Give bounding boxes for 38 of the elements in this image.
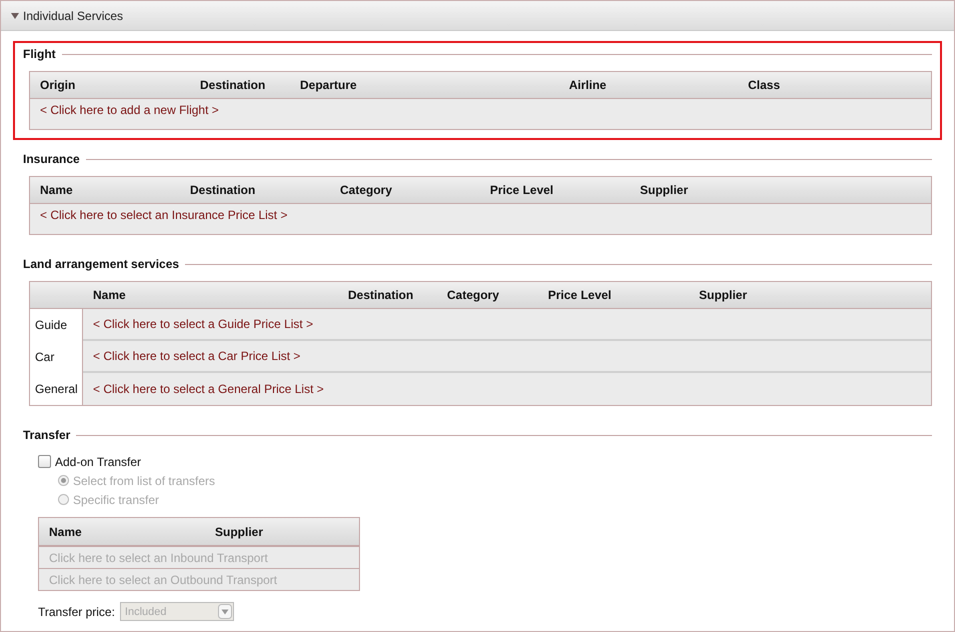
column-header: Category	[340, 183, 394, 197]
select-link[interactable]: < Click here to select a Guide Price List >	[93, 317, 314, 331]
checkbox-label: Add-on Transfer	[55, 454, 142, 468]
column-header: Destination	[190, 183, 256, 197]
panel-header[interactable]: Individual Services	[1, 1, 954, 31]
radio-label: Select from list of transfers	[73, 474, 216, 488]
column-header: Airline	[569, 78, 608, 92]
add-link[interactable]: < Click here to add a new Flight >	[40, 103, 219, 117]
field-label: Transfer price:	[38, 604, 115, 618]
column-header: Price Level	[548, 288, 612, 302]
collapse-icon[interactable]	[11, 12, 19, 18]
column-header: Price Level	[490, 183, 554, 197]
caret-icon	[218, 604, 232, 619]
add-link[interactable]: < Click here to select an Insurance Price List >	[40, 208, 288, 222]
column-header: Supplier	[215, 524, 264, 538]
column-header: Name	[93, 288, 127, 302]
panel-title: Individual Services	[23, 8, 124, 22]
column-header: Supplier	[640, 183, 690, 197]
column-header: Category	[447, 288, 500, 302]
column-header: Name	[49, 524, 83, 538]
radio-label: Specific transfer	[73, 492, 160, 506]
column-header: Departure	[300, 78, 358, 92]
row-label: Guide	[34, 317, 68, 334]
row-label: General	[34, 381, 79, 398]
column-header: Origin	[40, 78, 76, 92]
column-header: Supplier	[699, 288, 748, 302]
select-link[interactable]: < Click here to select a Car Price List >	[93, 349, 300, 363]
column-header: Destination	[348, 288, 414, 302]
section-title: Flight	[23, 47, 56, 61]
column-header: Destination	[200, 78, 266, 92]
checkbox[interactable]	[38, 455, 51, 468]
section-title: Transfer	[23, 428, 70, 442]
select-link[interactable]: < Click here to select a General Price List >	[93, 382, 324, 396]
column-header: Name	[40, 183, 74, 197]
row-label: Car	[34, 349, 56, 366]
section-title: Insurance	[23, 152, 80, 166]
column-header: Class	[748, 78, 782, 92]
section-title: Land arrangement services	[23, 257, 180, 271]
